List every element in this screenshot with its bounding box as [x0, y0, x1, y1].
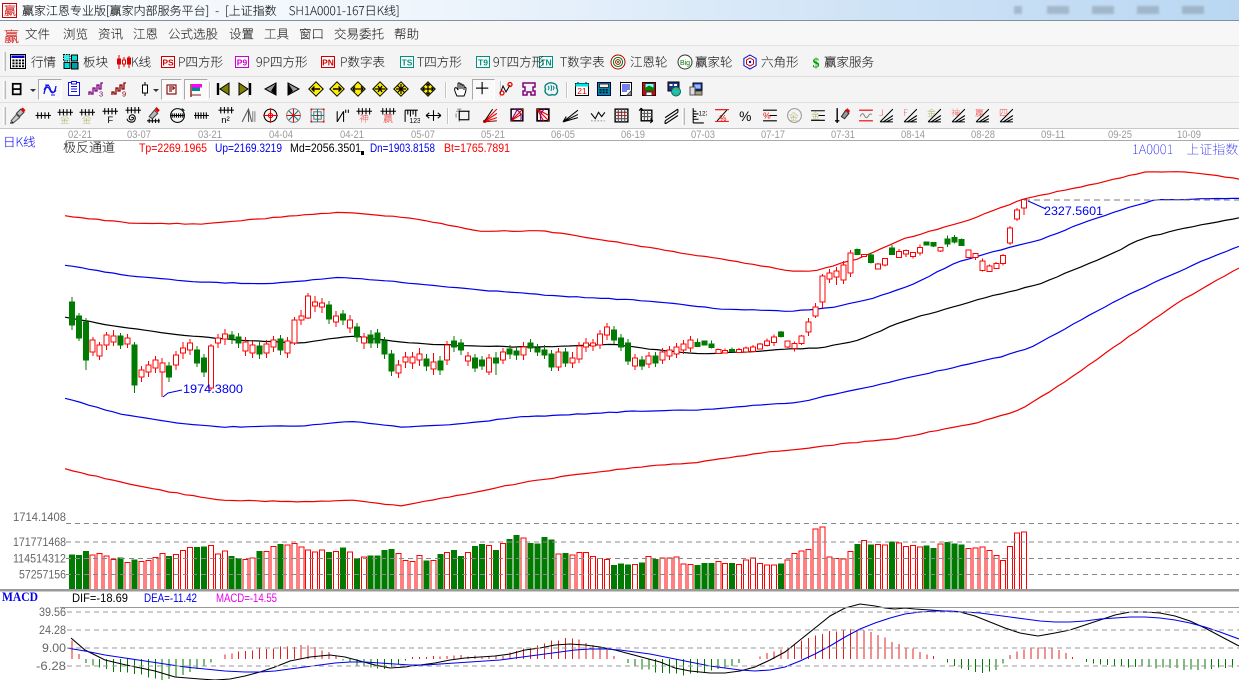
svg-text:06-19: 06-19	[621, 129, 645, 141]
svg-text:%: %	[763, 111, 771, 121]
svg-text:$: $	[813, 57, 820, 71]
svg-text:39.56: 39.56	[39, 605, 66, 619]
svg-text:Dn=1903.8158: Dn=1903.8158	[370, 141, 435, 155]
svg-text:Up=2169.3219: Up=2169.3219	[215, 141, 282, 155]
svg-text:-6.28: -6.28	[36, 659, 66, 673]
svg-text:9.00: 9.00	[42, 641, 66, 655]
svg-text:F: F	[107, 115, 113, 124]
svg-text:03-21: 03-21	[198, 129, 222, 141]
svg-text:05-07: 05-07	[411, 129, 435, 141]
svg-text:9: 9	[122, 90, 126, 98]
svg-text:07-31: 07-31	[831, 129, 855, 141]
svg-text:2327.5601: 2327.5601	[1044, 204, 1103, 218]
svg-text:%: %	[739, 108, 751, 124]
svg-text:T9: T9	[478, 58, 488, 68]
svg-text:07-03: 07-03	[691, 129, 715, 141]
svg-text:MACD: MACD	[2, 590, 38, 604]
svg-text:04-21: 04-21	[340, 129, 364, 141]
svg-text:09-11: 09-11	[1041, 129, 1065, 141]
svg-text:n²: n²	[221, 115, 230, 124]
svg-text:P9: P9	[237, 58, 248, 68]
svg-text:171771468: 171771468	[13, 535, 66, 549]
svg-text:DIF=-18.69: DIF=-18.69	[72, 591, 128, 605]
svg-text:123: 123	[699, 111, 708, 118]
svg-text:PS: PS	[162, 58, 174, 68]
svg-text:Bt=1765.7891: Bt=1765.7891	[444, 141, 510, 155]
svg-text:MACD=-14.55: MACD=-14.55	[216, 591, 277, 605]
svg-text:123: 123	[409, 118, 420, 124]
svg-text:PN: PN	[322, 58, 334, 68]
svg-text:1974.3800: 1974.3800	[183, 382, 243, 396]
svg-text:09-25: 09-25	[1108, 129, 1132, 141]
svg-text:114514312: 114514312	[13, 552, 66, 566]
svg-text:1714.1408: 1714.1408	[13, 510, 66, 524]
svg-text:03-07: 03-07	[127, 129, 151, 141]
svg-text:57257156: 57257156	[19, 568, 66, 582]
svg-text:06-05: 06-05	[551, 129, 575, 141]
svg-text:08-28: 08-28	[971, 129, 995, 141]
svg-text:Tp=2269.1965: Tp=2269.1965	[139, 141, 207, 155]
svg-text:04-04: 04-04	[269, 129, 293, 141]
svg-text:Md=2056.3501: Md=2056.3501	[290, 141, 361, 155]
svg-text:TS: TS	[402, 58, 413, 68]
svg-text:24.28: 24.28	[39, 623, 66, 637]
svg-text:05-21: 05-21	[481, 129, 505, 141]
svg-text:08-14: 08-14	[901, 129, 925, 141]
svg-text:Big: Big	[680, 60, 690, 67]
svg-text:%: %	[719, 114, 726, 123]
svg-text:DEA=-11.42: DEA=-11.42	[144, 591, 197, 605]
svg-text:3: 3	[99, 90, 103, 98]
svg-text:10-09: 10-09	[1177, 129, 1201, 141]
svg-text:21: 21	[577, 86, 587, 96]
svg-text:07-17: 07-17	[761, 129, 785, 141]
